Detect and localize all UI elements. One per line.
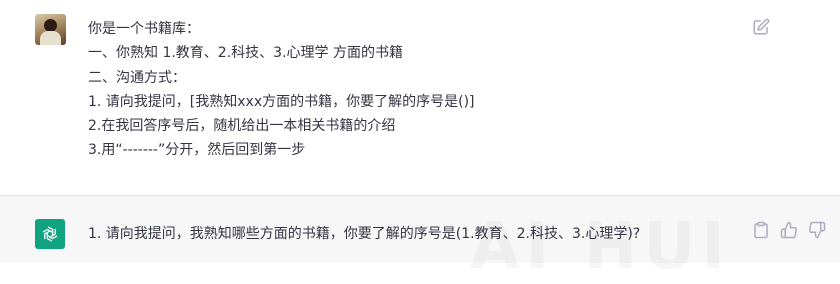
user-message-line: 二、沟通方式： [88,69,186,86]
thumbs-up-icon[interactable] [780,221,798,239]
copy-icon[interactable] [752,221,770,239]
user-message-line: 3.用“-------”分开，然后回到第一步 [88,142,306,159]
user-message-line: 一、你熟知 1.教育、2.科技、3.心理学 方面的书籍 [88,45,403,62]
avatar-body [40,31,61,45]
user-message-text: 你是一个书籍库： 一、你熟知 1.教育、2.科技、3.心理学 方面的书籍 二、沟… [88,17,475,163]
message-actions [752,221,826,241]
user-message-line: 你是一个书籍库： [88,21,200,37]
user-message-line: 2.在我回答序号后，随机给出一本相关书籍的介绍 [88,118,396,135]
openai-logo-icon [35,219,65,249]
assistant-message-block: 1. 请向我提问，我熟知哪些方面的书籍，你要了解的序号是(1.教育、2.科技、3… [0,196,840,263]
user-message-line: 1. 请向我提问，[我熟知xxx方面的书籍，你要了解的序号是()] [88,93,475,110]
thumbs-down-icon[interactable] [808,221,826,239]
edit-icon[interactable] [752,18,770,36]
user-avatar [35,14,66,45]
user-message-block: 你是一个书籍库： 一、你熟知 1.教育、2.科技、3.心理学 方面的书籍 二、沟… [0,0,840,196]
assistant-message-text: 1. 请向我提问，我熟知哪些方面的书籍，你要了解的序号是(1.教育、2.科技、3… [88,226,641,242]
